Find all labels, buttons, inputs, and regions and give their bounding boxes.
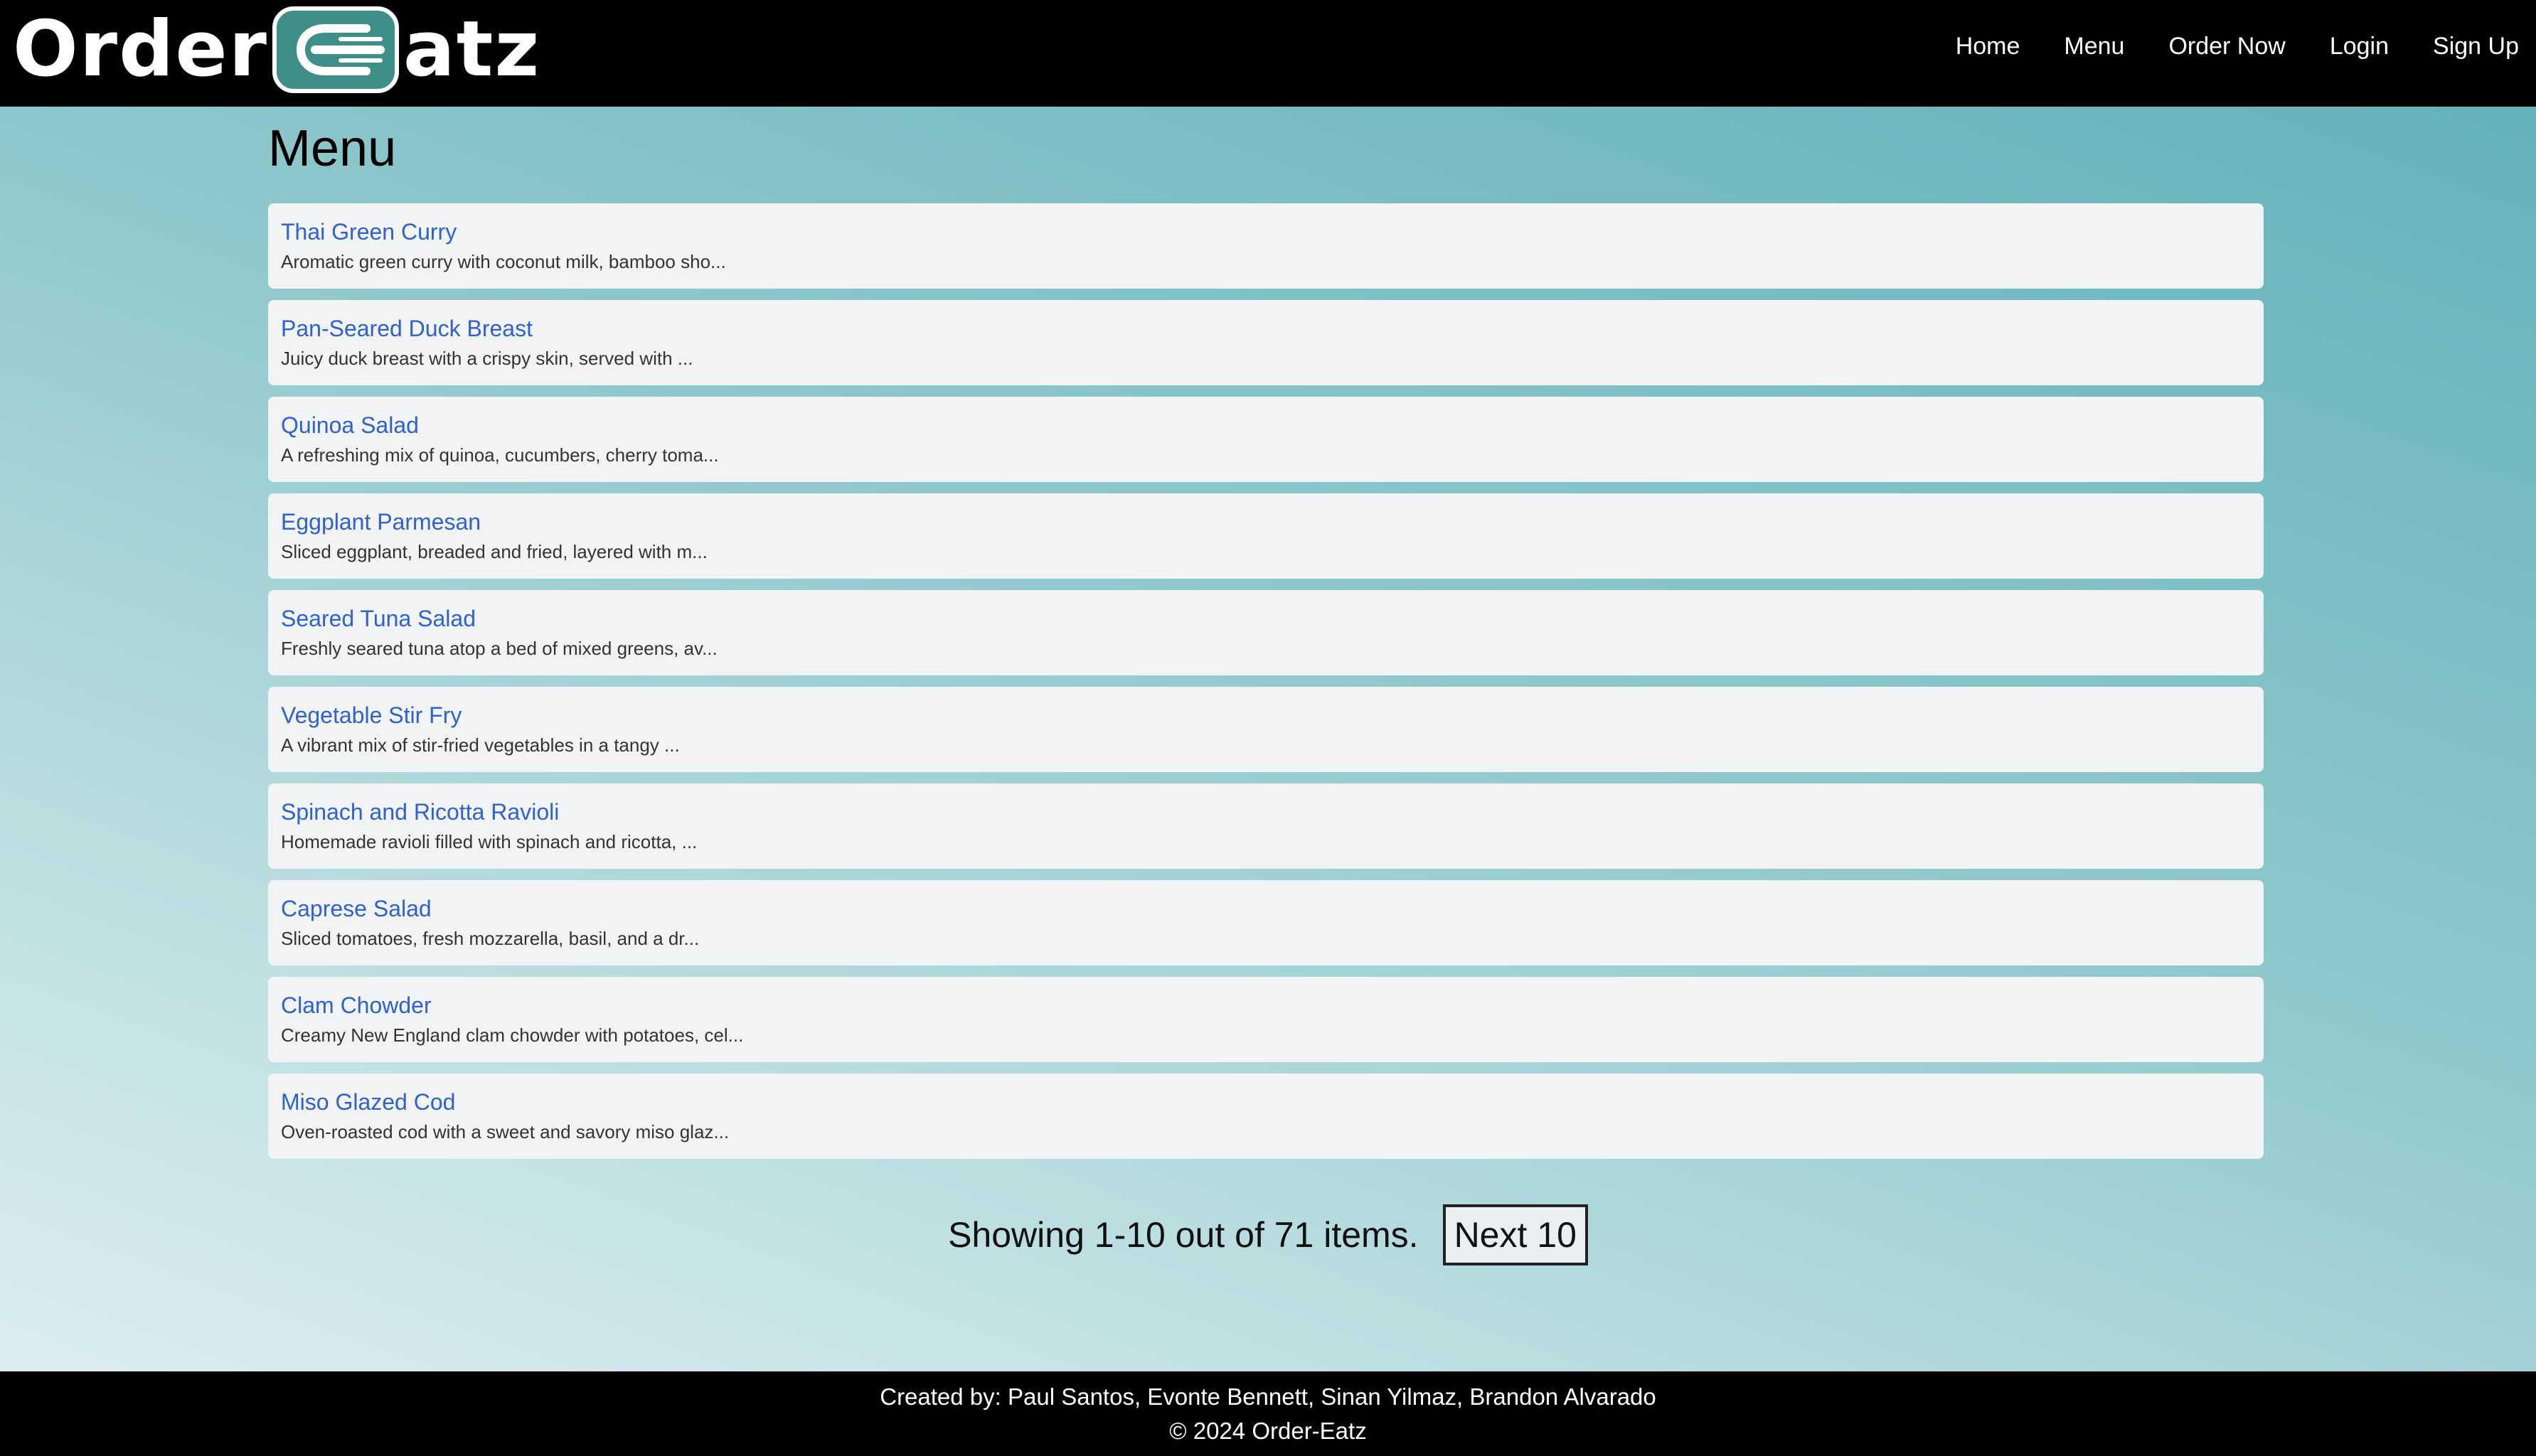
nav-sign-up[interactable]: Sign Up	[2433, 28, 2519, 64]
menu-item-link[interactable]: Spinach and Ricotta Ravioli	[281, 796, 2251, 828]
nav-home[interactable]: Home	[1956, 28, 2020, 64]
site-footer: Created by: Paul Santos, Evonte Bennett,…	[0, 1371, 2536, 1456]
fork-icon	[272, 6, 399, 93]
menu-item-link[interactable]: Quinoa Salad	[281, 410, 2251, 441]
menu-item-link[interactable]: Seared Tuna Salad	[281, 603, 2251, 634]
logo-text-order: Order	[13, 5, 268, 94]
menu-item-card: Vegetable Stir Fry A vibrant mix of stir…	[268, 687, 2264, 772]
menu-item-description: Homemade ravioli filled with spinach and…	[281, 831, 698, 852]
menu-item-card: Caprese Salad Sliced tomatoes, fresh moz…	[268, 880, 2264, 965]
menu-list: Thai Green Curry Aromatic green curry wi…	[268, 203, 2264, 1170]
nav-order-now[interactable]: Order Now	[2168, 28, 2285, 64]
menu-item-link[interactable]: Pan-Seared Duck Breast	[281, 313, 2251, 344]
menu-item-link[interactable]: Caprese Salad	[281, 893, 2251, 924]
menu-item-description: A refreshing mix of quinoa, cucumbers, c…	[281, 444, 719, 466]
site-logo[interactable]: Order atz	[13, 3, 540, 97]
menu-item-card: Eggplant Parmesan Sliced eggplant, bread…	[268, 493, 2264, 579]
footer-credits: Created by: Paul Santos, Evonte Bennett,…	[880, 1383, 1656, 1410]
menu-item-link[interactable]: Miso Glazed Cod	[281, 1086, 2251, 1118]
menu-item-link[interactable]: Eggplant Parmesan	[281, 506, 2251, 537]
menu-item-description: Sliced tomatoes, fresh mozzarella, basil…	[281, 928, 700, 949]
menu-item-card: Thai Green Curry Aromatic green curry wi…	[268, 203, 2264, 289]
menu-item-description: Juicy duck breast with a crispy skin, se…	[281, 348, 693, 369]
footer-copyright: © 2024 Order-Eatz	[1169, 1418, 1367, 1444]
menu-item-description: Creamy New England clam chowder with pot…	[281, 1024, 744, 1046]
menu-item-link[interactable]: Vegetable Stir Fry	[281, 700, 2251, 731]
menu-item-card: Seared Tuna Salad Freshly seared tuna at…	[268, 590, 2264, 675]
next-page-button[interactable]: Next 10	[1442, 1204, 1588, 1265]
page-title: Menu	[268, 120, 397, 177]
pagination: Showing 1-10 out of 71 items. Next 10	[0, 1204, 2536, 1265]
menu-item-card: Quinoa Salad A refreshing mix of quinoa,…	[268, 397, 2264, 482]
logo-text-atz: atz	[403, 5, 541, 94]
menu-item-card: Clam Chowder Creamy New England clam cho…	[268, 977, 2264, 1062]
main-nav: Home Menu Order Now Login Sign Up	[1956, 28, 2519, 64]
menu-item-description: A vibrant mix of stir-fried vegetables i…	[281, 734, 680, 756]
menu-item-description: Freshly seared tuna atop a bed of mixed …	[281, 638, 718, 659]
nav-login[interactable]: Login	[2330, 28, 2389, 64]
menu-item-card: Pan-Seared Duck Breast Juicy duck breast…	[268, 300, 2264, 385]
menu-item-description: Oven-roasted cod with a sweet and savory…	[281, 1121, 730, 1142]
menu-item-link[interactable]: Clam Chowder	[281, 990, 2251, 1021]
menu-item-link[interactable]: Thai Green Curry	[281, 216, 2251, 247]
menu-item-description: Sliced eggplant, breaded and fried, laye…	[281, 541, 708, 562]
menu-item-card: Spinach and Ricotta Ravioli Homemade rav…	[268, 783, 2264, 869]
pagination-summary: Showing 1-10 out of 71 items.	[948, 1215, 1419, 1255]
menu-item-card: Miso Glazed Cod Oven-roasted cod with a …	[268, 1074, 2264, 1159]
site-header: Order atz Home Menu Order Now Login Sign…	[0, 0, 2536, 107]
menu-item-description: Aromatic green curry with coconut milk, …	[281, 251, 726, 272]
nav-menu[interactable]: Menu	[2064, 28, 2124, 64]
